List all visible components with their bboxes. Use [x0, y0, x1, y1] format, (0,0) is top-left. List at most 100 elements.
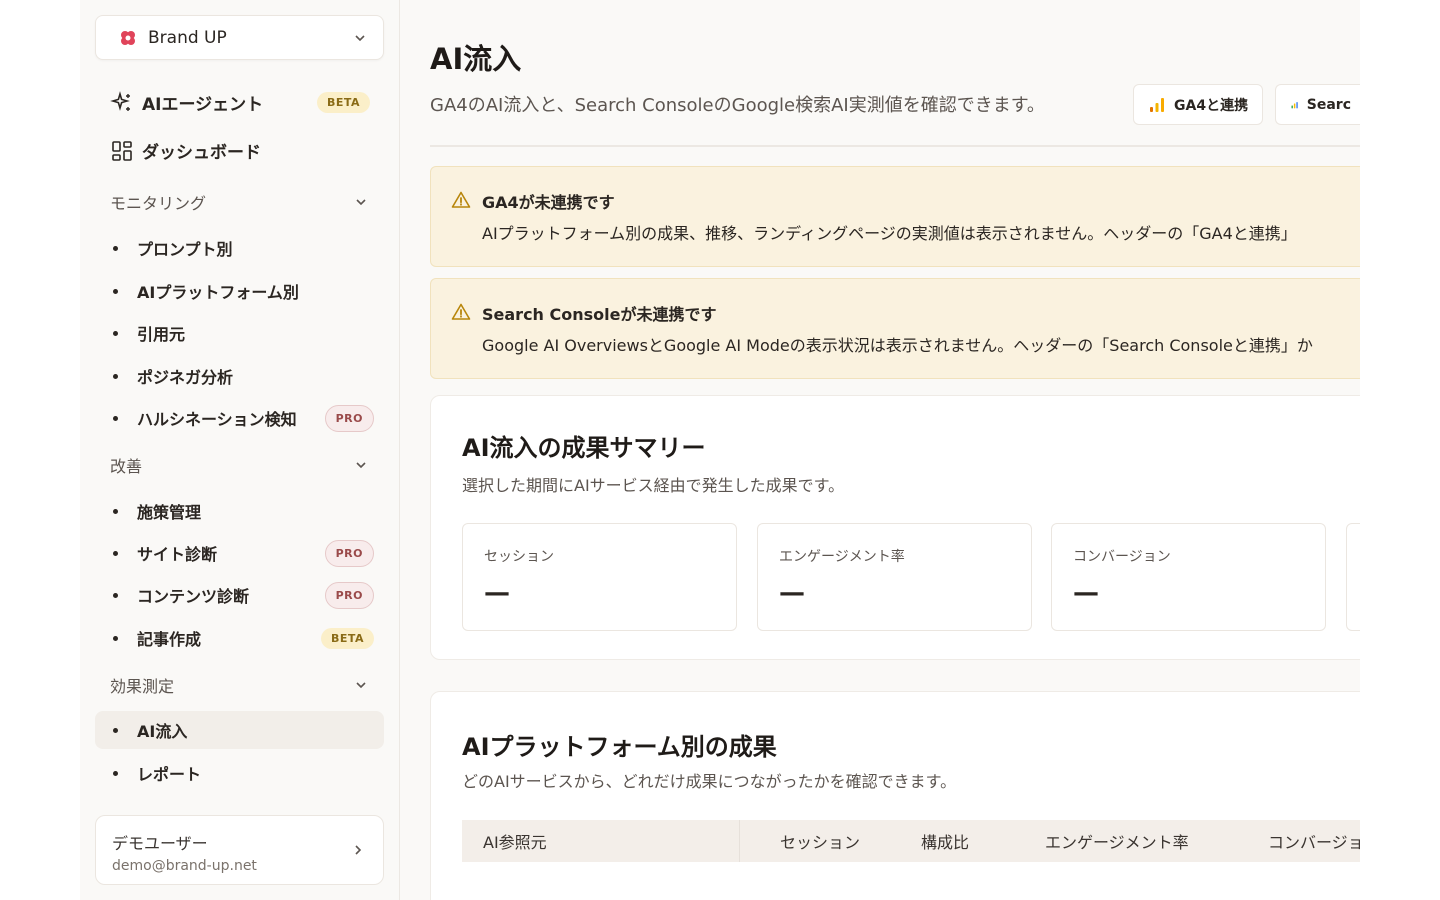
header-divider [430, 145, 1360, 147]
column-header: コンバージョ [1268, 833, 1360, 852]
beta-badge: BETA [320, 627, 374, 649]
search-console-alert: Search Consoleが未連携です Google AI Overviews… [430, 278, 1360, 379]
sidebar-item-measures[interactable]: 施策管理 [110, 492, 374, 530]
user-name: デモユーザー [112, 834, 208, 853]
metric-label: コンバージョン [1073, 549, 1171, 565]
section-improvement[interactable]: 改善 [110, 453, 368, 477]
metric-conversions: コンバージョン — [1051, 523, 1326, 631]
sidebar-item-label: ポジネガ分析 [137, 368, 234, 387]
sidebar-item-label: ハルシネーション検知 [137, 410, 297, 429]
page-subtitle: GA4のAI流入と、Search ConsoleのGoogle検索AI実測値を確… [430, 95, 1045, 116]
metric-engagement-rate: エンゲージメント率 — [757, 523, 1032, 631]
sidebar-item-content-diagnosis[interactable]: コンテンツ診断 PRO [110, 576, 374, 614]
bullet [113, 727, 118, 733]
page-title: AI流入 [430, 42, 522, 76]
metric-label: セッション [484, 549, 554, 565]
sidebar-item-site-diagnosis[interactable]: サイト診断 PRO [110, 534, 374, 572]
sidebar-item-label: 引用元 [137, 325, 186, 344]
sidebar-item-label: AI流入 [137, 722, 188, 741]
alert-body: AIプラットフォーム別の成果、推移、ランディングページの実測値は表示されません。… [482, 224, 1297, 243]
sidebar-item-label: 施策管理 [137, 503, 202, 522]
sidebar-item-label: AIプラットフォーム別 [137, 283, 299, 302]
column-header: AI参照元 [483, 833, 547, 852]
bullet [113, 330, 118, 336]
bullet [113, 550, 118, 556]
metric-label: エンゲージメント率 [779, 549, 905, 565]
column-header: エンゲージメント率 [1045, 833, 1189, 852]
ga4-connect-button[interactable]: GA4と連携 [1133, 84, 1264, 125]
bullet [113, 288, 118, 294]
section-improvement-label: 改善 [110, 457, 143, 476]
warning-icon [451, 191, 471, 208]
alert-body: Google AI OverviewsとGoogle AI Modeの表示状況は… [482, 336, 1313, 355]
user-menu[interactable]: デモユーザー demo@brand-up.net [95, 815, 384, 885]
nav-ai-agent[interactable]: AIエージェント BETA [110, 90, 370, 115]
bullet [113, 770, 118, 776]
dashboard-grid-icon [112, 140, 132, 161]
platform-table-header: AI参照元 セッション 構成比 エンゲージメント率 コンバージョ [462, 820, 1360, 862]
summary-title: AI流入の成果サマリー [462, 434, 706, 462]
chevron-right-icon [355, 845, 362, 855]
metric-value: — [1073, 578, 1099, 608]
nav-dashboard-label: ダッシュボード [142, 143, 261, 163]
main-content: AI流入 GA4のAI流入と、Search ConsoleのGoogle検索AI… [400, 0, 1360, 900]
metric-card-partial [1346, 523, 1360, 631]
sidebar-item-label: サイト診断 [137, 545, 218, 564]
bullet [113, 592, 118, 598]
bullet [113, 373, 118, 379]
app-frame: Brand UP AIエージェント BETA ダッシュボード モニタリング プロ… [80, 0, 1360, 900]
bullet [113, 245, 118, 251]
brand-switcher[interactable]: Brand UP [95, 15, 384, 60]
bullet [113, 415, 118, 421]
ga4-connect-label: GA4と連携 [1174, 97, 1249, 114]
sidebar-item-label: コンテンツ診断 [137, 587, 250, 606]
bullet [113, 635, 118, 641]
metric-value: — [779, 578, 805, 608]
nav-ai-agent-label: AIエージェント [142, 95, 264, 115]
brand-name: Brand UP [148, 27, 227, 48]
column-header: セッション [780, 833, 861, 852]
sidebar-item-label: レポート [137, 765, 202, 784]
section-monitoring-label: モニタリング [110, 194, 207, 213]
sidebar-item-ai-inflow[interactable]: AI流入 [95, 711, 384, 749]
analytics-bars-icon [1150, 97, 1164, 112]
pro-badge: PRO [324, 404, 374, 432]
section-monitoring[interactable]: モニタリング [110, 190, 368, 214]
platform-subtitle: どのAIサービスから、どれだけ成果につながったかを確認できます。 [462, 772, 957, 791]
sparkle-icon [110, 90, 130, 111]
summary-subtitle: 選択した期間にAIサービス経由で発生した成果です。 [462, 476, 845, 495]
sidebar-item-report[interactable]: レポート [110, 754, 374, 792]
sidebar-item-label: 記事作成 [137, 630, 202, 649]
chevron-down-icon [356, 199, 366, 206]
sidebar-item-prompt[interactable]: プロンプト別 [110, 229, 374, 267]
platform-title: AIプラットフォーム別の成果 [462, 733, 777, 761]
ga4-alert: GA4が未連携です AIプラットフォーム別の成果、推移、ランディングページの実測… [430, 166, 1360, 267]
warning-icon [451, 303, 471, 320]
sidebar-item-ai-platform[interactable]: AIプラットフォーム別 [110, 272, 374, 310]
section-measurement-label: 効果測定 [110, 677, 175, 696]
sidebar-item-hallucination[interactable]: ハルシネーション検知 PRO [110, 399, 374, 437]
chevron-down-icon [355, 34, 365, 41]
beta-badge: BETA [316, 92, 370, 113]
user-email: demo@brand-up.net [112, 858, 257, 874]
search-console-icon [1291, 101, 1298, 108]
chevron-down-icon [356, 682, 366, 689]
metric-value: — [484, 578, 510, 608]
alert-title: GA4が未連携です [482, 193, 615, 212]
sidebar-item-article-creation[interactable]: 記事作成 BETA [110, 619, 374, 657]
section-measurement[interactable]: 効果測定 [110, 673, 368, 697]
column-divider [739, 820, 740, 862]
sidebar: Brand UP AIエージェント BETA ダッシュボード モニタリング プロ… [80, 0, 400, 900]
chevron-down-icon [356, 462, 366, 469]
sidebar-item-label: プロンプト別 [137, 240, 233, 259]
alert-title: Search Consoleが未連携です [482, 305, 717, 324]
pro-badge: PRO [324, 539, 374, 567]
bullet [113, 508, 118, 514]
search-console-connect-label: Searc [1306, 96, 1351, 113]
search-console-connect-button[interactable]: Searc [1275, 84, 1360, 125]
brand-logo-icon [121, 30, 135, 45]
metric-sessions: セッション — [462, 523, 737, 631]
sidebar-item-citations[interactable]: 引用元 [110, 314, 374, 352]
sidebar-item-sentiment[interactable]: ポジネガ分析 [110, 357, 374, 395]
nav-dashboard[interactable]: ダッシュボード [110, 138, 370, 163]
